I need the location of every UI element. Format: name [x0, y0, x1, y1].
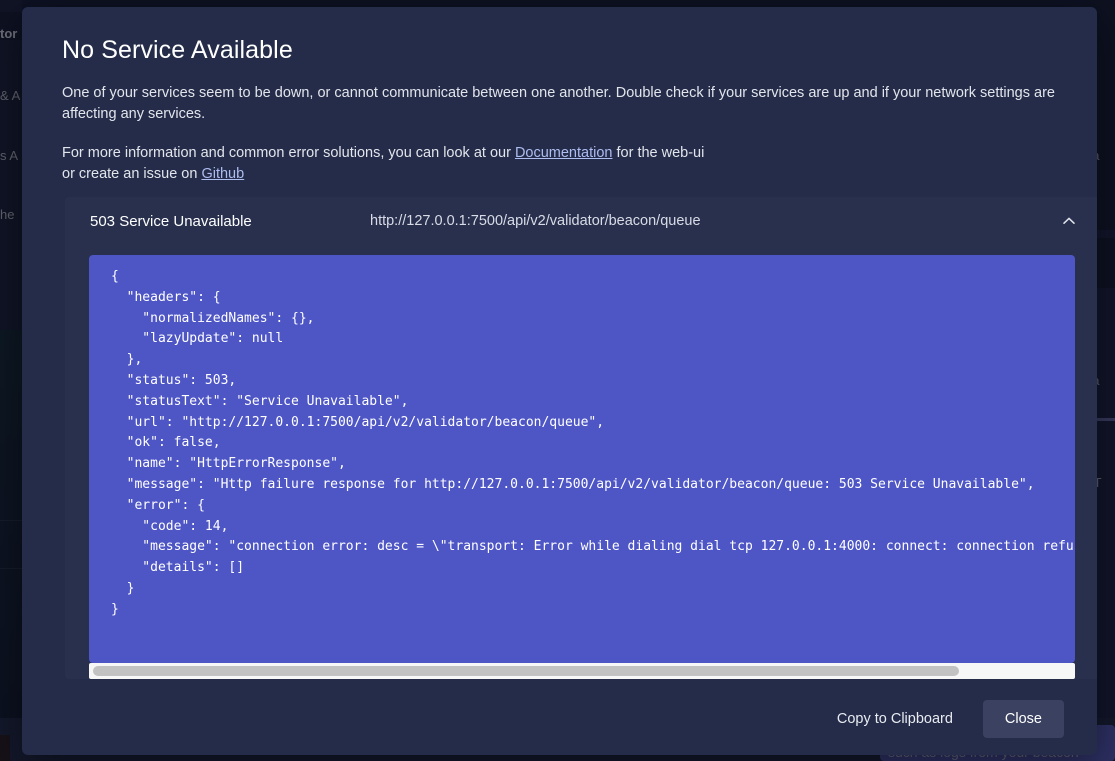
dialog-body: One of your services seem to be down, or…	[62, 83, 1080, 185]
chevron-up-icon[interactable]	[1057, 209, 1081, 233]
copy-to-clipboard-button[interactable]: Copy to Clipboard	[823, 701, 967, 737]
dialog-docs-line: For more information and common error so…	[62, 143, 1080, 164]
error-accordion-header[interactable]: 503 Service Unavailable http://127.0.0.1…	[65, 197, 1097, 245]
docs-line-prefix: For more information and common error so…	[62, 145, 515, 161]
close-button[interactable]: Close	[983, 700, 1064, 738]
dialog-footer: Copy to Clipboard Close	[22, 683, 1097, 755]
dialog-description: One of your services seem to be down, or…	[62, 83, 1080, 125]
error-status-label: 503 Service Unavailable	[90, 213, 370, 230]
error-json-panel: { "headers": { "normalizedNames": {}, "l…	[89, 255, 1075, 663]
github-link[interactable]: Github	[201, 166, 244, 182]
error-accordion: 503 Service Unavailable http://127.0.0.1…	[65, 197, 1097, 679]
docs-line-suffix: for the web-ui	[612, 145, 704, 161]
github-line-prefix: or create an issue on	[62, 166, 201, 182]
dialog-github-line: or create an issue on Github	[62, 164, 1080, 185]
error-json-content: { "headers": { "normalizedNames": {}, "l…	[89, 255, 1075, 635]
documentation-link[interactable]: Documentation	[515, 145, 613, 161]
error-url-label: http://127.0.0.1:7500/api/v2/validator/b…	[370, 213, 1057, 229]
json-scrollbar-thumb[interactable]	[93, 666, 959, 676]
json-horizontal-scrollbar[interactable]	[89, 663, 1075, 679]
no-service-available-dialog: No Service Available One of your service…	[22, 7, 1097, 755]
dialog-title: No Service Available	[62, 36, 293, 65]
